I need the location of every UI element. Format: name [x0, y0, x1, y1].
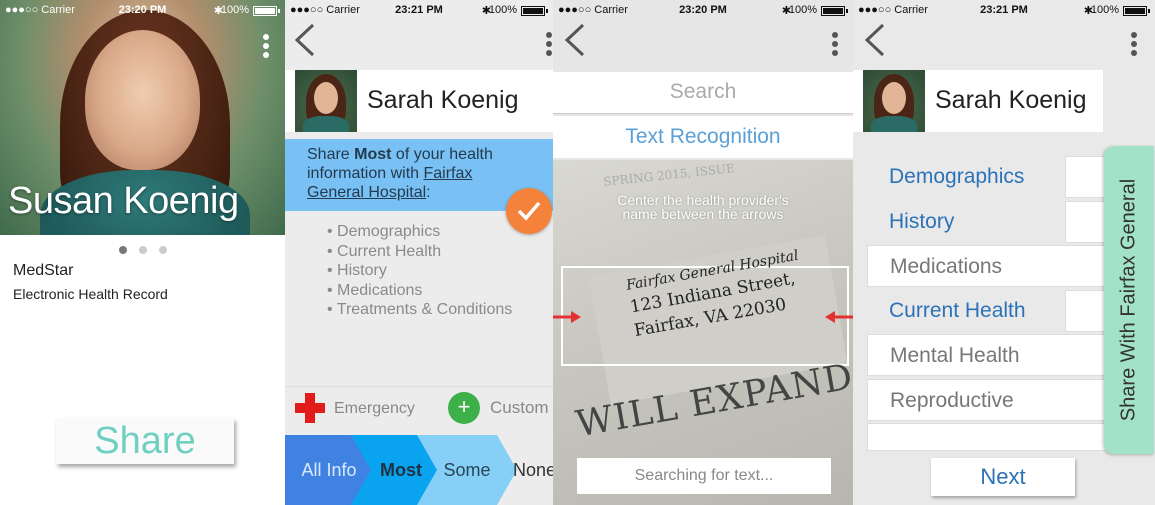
emergency-label[interactable]: Emergency [334, 400, 415, 418]
share-level-text: Most [354, 146, 392, 163]
status-bar: ●●●○○ Carrier 23:20 PM ✱ 100% [0, 0, 285, 20]
profile-name: Sarah Koenig [935, 86, 1087, 114]
page-dot[interactable] [118, 246, 127, 254]
category-demographics[interactable]: Demographics [867, 156, 1107, 198]
scan-screen: ●●●○○ Carrier 23:20 PM ✱ 100% Search Tex… [553, 0, 853, 505]
category-history[interactable]: History [867, 201, 1107, 243]
avatar [863, 70, 925, 132]
list-item: Treatments & Conditions [327, 300, 512, 320]
category-select-screen: ●●●○○ Carrier 23:21 PM ✱ 100% Sarah Koen… [853, 0, 1155, 505]
battery-percent: 100% [488, 4, 517, 16]
status-bar: ●●●○○ Carrier 23:21 PM ✱ 100% [285, 0, 553, 20]
page-dot[interactable] [158, 246, 167, 254]
background-text: SPRING 2015, ISSUE [602, 161, 736, 189]
avatar [295, 70, 357, 132]
search-status: Searching for text... [577, 458, 831, 494]
shared-items-list: Demographics Current Health History Medi… [327, 222, 512, 320]
share-with-tab[interactable]: Share With Fairfax General [1104, 146, 1154, 454]
status-bar: ●●●○○ Carrier 23:20 PM ✱ 100% [553, 0, 853, 20]
battery-icon [821, 6, 848, 16]
action-bar: Emergency + Custom [285, 386, 553, 430]
share-button[interactable]: Share [56, 418, 234, 464]
battery-icon [253, 6, 280, 16]
status-bar: ●●●○○ Carrier 23:21 PM ✱ 100% [853, 0, 1155, 20]
battery-icon [521, 6, 548, 16]
profile-name: Sarah Koenig [367, 86, 519, 114]
list-item: Current Health [327, 242, 512, 262]
category-more[interactable] [867, 423, 1107, 451]
level-none[interactable]: None [497, 435, 553, 505]
emergency-cross-icon[interactable] [295, 393, 325, 423]
back-arrow-icon[interactable] [293, 22, 317, 58]
organization-name: MedStar [13, 262, 74, 279]
confirm-check-button[interactable] [506, 188, 552, 234]
right-arrow-icon [825, 311, 853, 323]
battery-percent: 100% [788, 4, 817, 16]
list-item: History [327, 261, 512, 281]
record-type: Electronic Health Record [13, 286, 168, 302]
overflow-menu-icon[interactable] [831, 32, 839, 62]
list-item: Demographics [327, 222, 512, 242]
page-dot[interactable] [138, 246, 147, 254]
overflow-menu-icon[interactable] [262, 34, 270, 64]
back-arrow-icon[interactable] [863, 22, 887, 58]
profile-name: Susan Koenig [8, 180, 239, 222]
category-mental-health[interactable]: Mental Health [867, 334, 1107, 376]
profile-photo: Susan Koenig [0, 0, 285, 235]
list-item: Medications [327, 281, 512, 301]
share-level-selector: All Info Most Some None [285, 435, 553, 505]
camera-viewfinder[interactable]: SPRING 2015, ISSUE Center the health pro… [553, 160, 853, 505]
checkmark-icon [517, 201, 541, 221]
profile-screen: Susan Koenig ●●●○○ Carrier 23:20 PM ✱ 10… [0, 0, 285, 505]
battery-percent: 100% [220, 4, 249, 16]
search-tab[interactable]: Search [553, 72, 853, 114]
overflow-menu-icon[interactable] [1130, 32, 1138, 62]
profile-header: Sarah Koenig [285, 70, 553, 132]
battery-icon [1123, 6, 1150, 16]
add-custom-button[interactable]: + [448, 392, 480, 424]
back-arrow-icon[interactable] [563, 22, 587, 58]
text-recognition-tab[interactable]: Text Recognition [553, 116, 853, 158]
battery-percent: 100% [1090, 4, 1119, 16]
page-indicator[interactable] [0, 241, 285, 259]
category-medications[interactable]: Medications [867, 245, 1107, 287]
profile-header: Sarah Koenig [853, 70, 1103, 132]
custom-label[interactable]: Custom [490, 398, 549, 418]
category-reproductive[interactable]: Reproductive [867, 379, 1107, 421]
share-level-screen: ●●●○○ Carrier 23:21 PM ✱ 100% Sarah Koen… [285, 0, 553, 505]
scan-instructions: Center the health provider's name betwee… [617, 192, 789, 222]
left-arrow-icon [553, 311, 581, 323]
next-button[interactable]: Next [931, 458, 1075, 496]
category-current-health[interactable]: Current Health [867, 290, 1107, 332]
overflow-menu-icon[interactable] [545, 32, 553, 62]
